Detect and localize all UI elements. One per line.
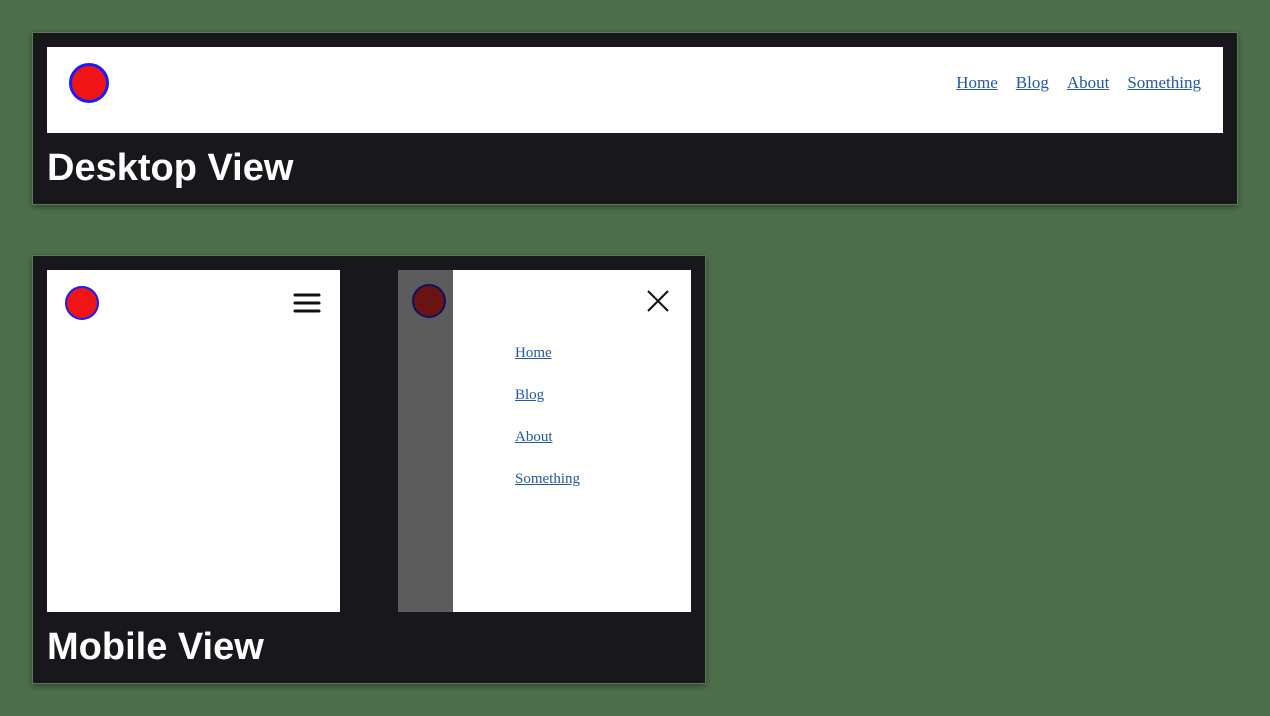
mobile-closed-frame [47,270,340,612]
close-icon[interactable] [643,286,673,316]
desktop-title: Desktop View [47,147,1223,190]
nav-link-blog[interactable]: Blog [515,387,544,403]
list-item: Blog [515,386,673,404]
hamburger-icon[interactable] [292,288,322,318]
list-item: Home [515,344,673,362]
mobile-open-frame: Home Blog About Something [398,270,691,612]
logo-icon [69,63,109,103]
logo-icon [65,286,99,320]
nav-link-something[interactable]: Something [515,471,580,487]
desktop-header: Home Blog About Something [47,47,1223,133]
mobile-menu-panel: Home Blog About Something [453,270,691,612]
mobile-row: Home Blog About Something [47,270,691,612]
nav-link-home[interactable]: Home [956,73,998,93]
list-item: About [515,428,673,446]
mobile-closed-header [47,270,340,336]
mobile-panel: Home Blog About Something Mobile View [32,255,706,684]
nav-link-blog[interactable]: Blog [1016,73,1049,93]
nav-link-home[interactable]: Home [515,345,552,361]
mobile-menu-list: Home Blog About Something [471,286,673,488]
mobile-title: Mobile View [47,626,691,669]
nav-link-about[interactable]: About [515,429,553,445]
mobile-open-backdrop [398,270,453,612]
desktop-nav: Home Blog About Something [956,73,1201,93]
nav-link-about[interactable]: About [1067,73,1110,93]
desktop-panel: Home Blog About Something Desktop View [32,32,1238,205]
nav-link-something[interactable]: Something [1127,73,1201,93]
list-item: Something [515,470,673,488]
logo-icon [412,284,446,318]
